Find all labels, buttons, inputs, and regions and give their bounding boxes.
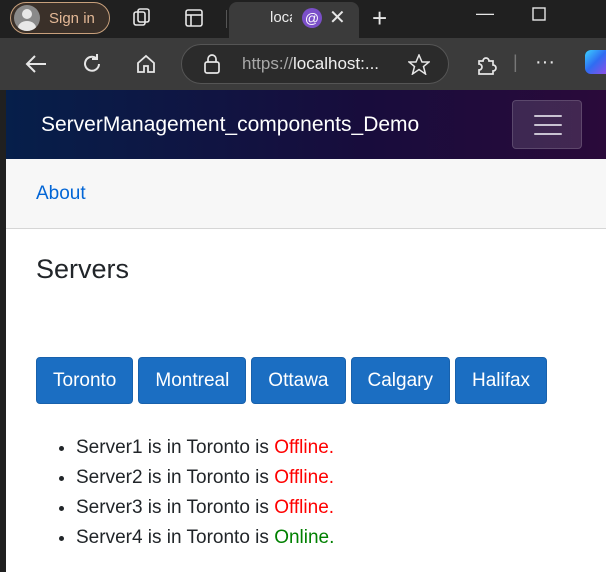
city-button-calgary[interactable]: Calgary (350, 357, 450, 404)
status-text: Offline. (274, 467, 335, 488)
about-link[interactable]: About (36, 183, 86, 205)
maximize-icon[interactable] (532, 6, 546, 24)
city-button-row: Toronto Montreal Ottawa Calgary Halifax (36, 357, 552, 404)
city-button-montreal[interactable]: Montreal (138, 357, 247, 404)
hamburger-icon (534, 124, 562, 126)
sign-in-label: Sign in (49, 9, 95, 27)
sub-navigation: About (6, 159, 606, 229)
hamburger-icon (534, 133, 562, 135)
url-text: https://localhost:... (242, 54, 380, 73)
city-button-toronto[interactable]: Toronto (36, 357, 134, 404)
sign-in-button[interactable]: Sign in (10, 2, 110, 34)
server-list-item: Server4 is in Toronto is Online. (76, 526, 334, 556)
blazor-favicon (302, 8, 322, 28)
avatar-icon (14, 5, 40, 31)
toolbar-separator: | (513, 52, 518, 72)
top-navbar: ServerManagement_components_Demo (6, 90, 606, 159)
server-list-item: Server2 is in Toronto is Offline. (76, 466, 334, 496)
server-list-item: Server1 is in Toronto is Offline. (76, 436, 334, 466)
tab-actions-icon[interactable] (184, 8, 204, 31)
new-tab-icon[interactable]: + (372, 5, 387, 31)
extensions-icon[interactable] (474, 53, 498, 80)
app-page: ServerManagement_components_Demo About S… (6, 90, 606, 572)
city-button-halifax[interactable]: Halifax (454, 357, 548, 404)
brand-title[interactable]: ServerManagement_components_Demo (41, 113, 419, 137)
more-icon[interactable]: ··· (535, 52, 555, 72)
home-icon[interactable] (134, 52, 158, 79)
back-icon[interactable] (24, 53, 48, 78)
close-icon[interactable]: ✕ (329, 8, 346, 28)
server-list-item: Server3 is in Toronto is Offline. (76, 496, 334, 526)
browser-tab-bar: Sign in localhost ✕ + — (0, 0, 606, 38)
workspaces-icon[interactable] (131, 7, 153, 32)
server-list: Server1 is in Toronto is Offline. Server… (76, 436, 334, 556)
favorite-star-icon[interactable] (406, 53, 432, 78)
status-text: Offline. (274, 437, 335, 458)
page-title: Servers (36, 254, 130, 284)
status-text: Online. (274, 527, 335, 548)
lock-icon[interactable] (203, 54, 221, 77)
refresh-icon[interactable] (80, 52, 104, 79)
navbar-toggler-button[interactable] (512, 100, 582, 149)
tab-title: localhost (270, 9, 292, 26)
minimize-icon[interactable]: — (476, 4, 494, 22)
copilot-icon[interactable] (585, 50, 606, 74)
hamburger-icon (534, 115, 562, 117)
city-button-ottawa[interactable]: Ottawa (251, 357, 346, 404)
status-text: Offline. (274, 497, 335, 518)
tab-separator (226, 10, 227, 28)
